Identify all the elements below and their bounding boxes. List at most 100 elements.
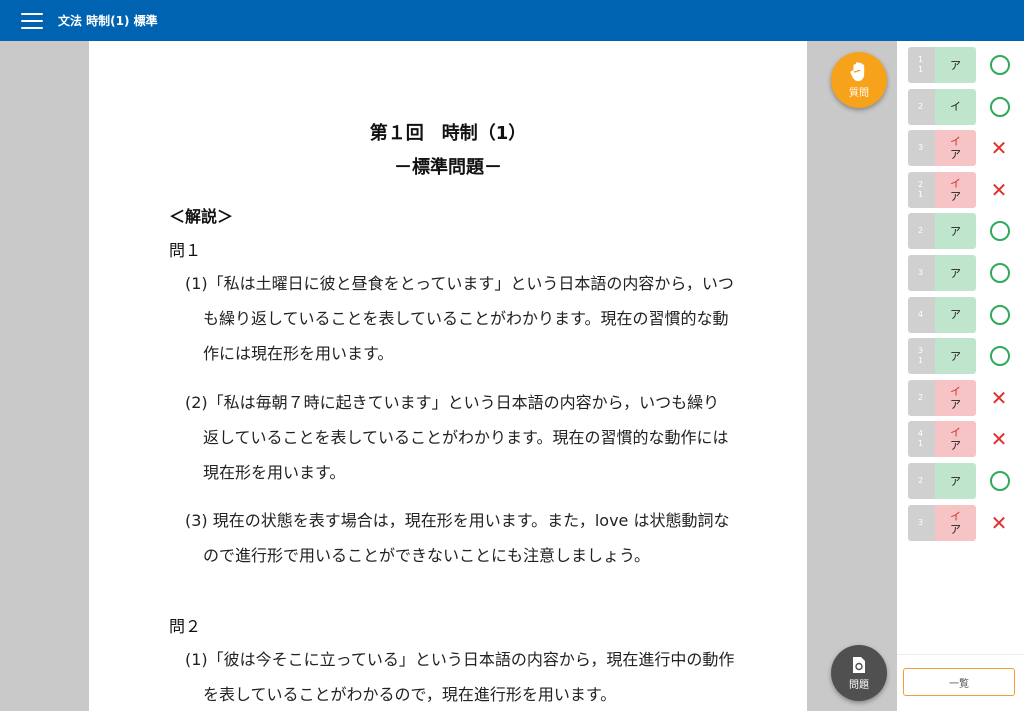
question-1-item-3: (3) 現在の状態を表す場合は，現在形を用います。また，love は状態動詞なの… [185,511,730,565]
question-number-main: 4 [918,429,924,439]
circle-mark-icon [990,471,1010,491]
answer-cell: イア [935,421,976,458]
cross-mark-icon: ✕ [990,136,1008,161]
answer-row[interactable]: 31 ア [908,338,1020,375]
question-number-sub: 1 [918,356,924,366]
question-number-main: 3 [918,346,924,356]
circle-mark-icon [990,263,1010,283]
answer-cell: イア [935,379,976,416]
answer-cell: イア [935,171,976,208]
question-number-sub: 1 [918,439,924,449]
given-answer: イ [950,509,961,523]
answer-cell: イア [935,130,976,167]
question-number-main: 3 [918,268,924,277]
question-number: 2 [908,379,935,416]
answer-row[interactable]: 2ア [908,463,1020,499]
question-number-main: 1 [918,55,924,64]
answer-text: ア [950,474,961,488]
question-1-item-1: (1)「私は土曜日に彼と昼食をとっています」という日本語の内容から，いつも繰り返… [185,274,734,363]
cross-mark-icon: ✕ [990,427,1008,452]
answer-text: ア [950,148,961,162]
document-refresh-icon [853,656,865,673]
answer-cell: ア [935,338,976,375]
hamburger-menu-icon[interactable] [21,12,43,29]
answer-row[interactable]: 4 1 イア ✕ [908,421,1020,458]
circle-mark-icon [990,304,1010,325]
answer-text: ア [950,439,961,453]
panel-divider [897,654,1024,655]
question-number: 3 [908,504,935,541]
answer-text: ア [950,349,961,363]
hand-icon [850,61,865,81]
question-number: 3 [908,255,935,291]
question-1-item-2: (2)「私は毎朝７時に起きています」という日本語の内容から，いつも繰り返している… [185,393,729,482]
question-fab-button[interactable]: 質問 [831,52,887,108]
question-number: 11 [908,47,935,83]
answer-cell: イ [935,88,976,125]
answer-row[interactable]: 3 イア ✕ [908,504,1020,541]
answer-text: ア [950,397,961,411]
question-number: 3 [908,130,935,167]
answer-text: ア [950,266,961,280]
question-number-main: 2 [918,226,924,236]
answer-panel: 1 1 ア 2 イ 3 イア ✕ 2 1 イア ✕ 2 ア 3 ア 4 ア 3 1 ア 2 イア ✕ 4 1 イア ✕ 2 ア 3 イア ✕ 一… [897,41,1024,711]
answer-cell: ア [935,213,976,250]
answer-cell: ア [935,463,976,499]
question-number: 2 [908,88,935,125]
question-fab-label: 質問 [849,87,869,99]
question-number-sub: 1 [918,65,924,74]
question-number-main: 2 [918,476,924,485]
answer-cell: ア [935,47,976,83]
given-answer: イ [950,176,961,190]
question-number-main: 3 [918,143,924,153]
problem-fab-button[interactable]: 問題 [831,645,887,701]
question-number: 41 [908,421,935,458]
question-number-main: 3 [918,517,924,527]
circle-mark-icon [990,346,1010,367]
document-title: 第１回 時制（1） [369,123,527,144]
document-subtitle: －標準問題－ [394,157,502,178]
question-1-label: 問１ [169,241,202,260]
question-number-main: 2 [918,101,924,111]
answer-row[interactable]: 2イ [908,88,1020,125]
answer-row[interactable]: 3ア [908,255,1020,291]
answer-text: ア [950,58,961,72]
document-viewer[interactable]: 第１回 時制（1） －標準問題－ ＜解説＞ 問１ (1)「私は土曜日に彼と昼食を… [0,41,897,711]
answer-text: ア [950,224,961,238]
question-number-sub: 1 [918,189,924,199]
cross-mark-icon: ✕ [990,510,1008,535]
given-answer: イ [950,426,961,440]
question-number-main: 2 [918,179,924,189]
question-2-item-1: (1)「彼は今そこに立っている」という日本語の内容から，現在進行中の動作を表して… [185,650,735,704]
question-number-main: 2 [918,392,924,402]
question-number: 2 [908,463,935,499]
given-answer: イ [950,384,961,398]
circle-mark-icon [990,55,1010,75]
answer-text: ア [950,308,961,322]
answer-row[interactable]: 2 イア ✕ [908,379,1020,416]
answer-row[interactable]: 11 ア [908,47,1020,83]
given-answer: イ [950,135,961,149]
cross-mark-icon: ✕ [990,385,1008,410]
question-number: 2 [908,213,935,250]
answer-row[interactable]: 2 1 イア ✕ [908,171,1020,208]
answer-row[interactable]: 2ア [908,213,1020,250]
section-heading: ＜解説＞ [169,207,234,226]
question-number: 31 [908,338,935,375]
question-2-label: 問２ [169,617,202,636]
circle-mark-icon [990,221,1010,242]
answer-text: ア [950,189,961,203]
answer-cell: ア [935,296,976,333]
list-button[interactable]: 一覧 [903,668,1015,696]
document-page: 第１回 時制（1） －標準問題－ ＜解説＞ 問１ (1)「私は土曜日に彼と昼食を… [89,41,807,711]
top-app-bar: 文法 時制(1) 標準 [0,0,1024,41]
question-number-main: 4 [918,309,924,319]
answer-cell: イア [935,504,976,541]
problem-fab-label: 問題 [849,679,869,691]
question-number: 21 [908,171,935,208]
answer-row[interactable]: 3 イア ✕ [908,130,1020,167]
cross-mark-icon: ✕ [990,177,1008,202]
circle-mark-icon [990,96,1010,117]
answer-text: イ [950,100,961,114]
answer-row[interactable]: 4ア [908,296,1020,333]
